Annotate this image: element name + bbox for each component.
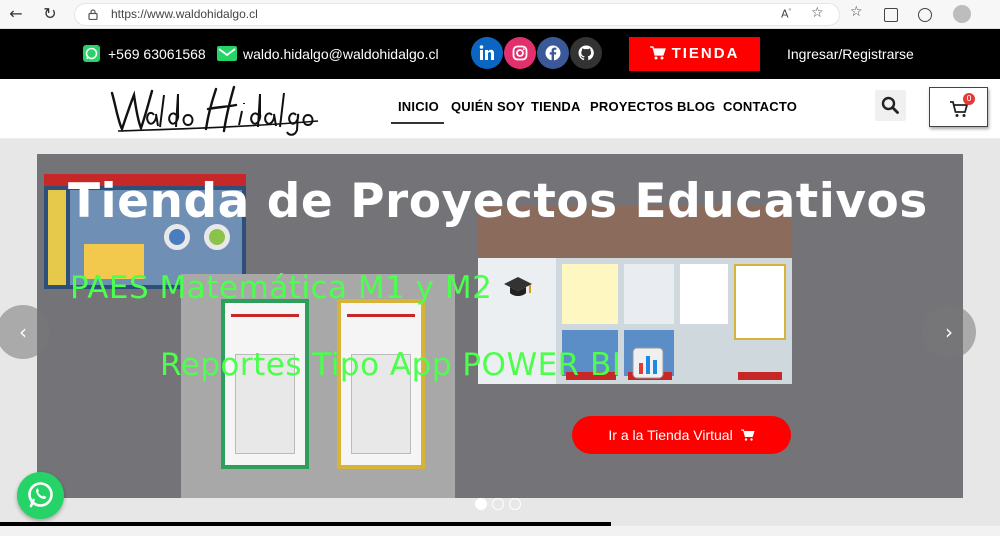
address-bar[interactable]: https://www.waldohidalgo.cl Aⁿ ☆	[74, 3, 840, 26]
nav-item-proyectos[interactable]: PROYECTOS	[590, 99, 673, 114]
slider-next-button[interactable]: ›	[922, 305, 976, 359]
whatsapp-icon	[28, 482, 53, 508]
cart-count-badge: 0	[963, 93, 975, 105]
back-icon[interactable]: ←	[6, 4, 26, 24]
virtual-store-button-label: Ir a la Tienda Virtual	[608, 427, 733, 443]
github-icon[interactable]	[570, 37, 602, 69]
graduation-cap-icon	[503, 272, 533, 308]
page-bottom-strip	[0, 526, 1000, 536]
store-button-label: TIENDA	[671, 45, 740, 62]
main-navigation: INICIO QUIÉN SOY TIENDA PROYECTOS BLOG C…	[0, 79, 1000, 139]
linkedin-icon[interactable]	[471, 37, 503, 69]
browser-essentials-icon[interactable]	[918, 8, 932, 22]
cart-button[interactable]: 0	[929, 87, 988, 127]
slider-dot-1[interactable]	[475, 498, 487, 510]
logo[interactable]	[108, 81, 323, 137]
nav-item-inicio[interactable]: INICIO	[398, 99, 439, 114]
nav-item-contacto[interactable]: CONTACTO	[723, 99, 797, 114]
store-button[interactable]: TIENDA	[629, 37, 760, 71]
facebook-icon[interactable]	[537, 37, 569, 69]
login-register-link[interactable]: Ingresar/Registrarse	[787, 46, 914, 62]
hero-subtitle-powerbi: Reportes Tipo App POWER BI	[160, 347, 664, 387]
hero-subtitle-paes-text: PAES Matemática M1 y M2	[70, 270, 493, 306]
profile-avatar[interactable]	[953, 5, 971, 23]
cart-icon	[740, 417, 755, 455]
lock-icon	[88, 9, 98, 20]
favorites-icon[interactable]: ☆	[850, 4, 863, 20]
bar-chart-icon	[632, 347, 664, 387]
contact-bar: +569 63061568 waldo.hidalgo@waldohidalgo…	[0, 29, 1000, 79]
cart-icon	[649, 39, 666, 73]
email-address[interactable]: waldo.hidalgo@waldohidalgo.cl	[243, 46, 439, 62]
hero-subtitle-powerbi-text: Reportes Tipo App POWER BI	[160, 347, 622, 383]
nav-item-tienda[interactable]: TIENDA	[531, 99, 581, 114]
collections-icon[interactable]	[884, 8, 898, 22]
slider-dot-2[interactable]	[492, 498, 504, 510]
whatsapp-chat-button[interactable]	[17, 472, 64, 519]
hero-subtitle-paes: PAES Matemática M1 y M2	[70, 270, 533, 308]
email-icon[interactable]	[217, 46, 237, 61]
search-button[interactable]	[875, 90, 906, 121]
hero-title: Tienda de Proyectos Educativos	[68, 174, 928, 229]
search-icon	[881, 96, 899, 114]
nav-item-blog[interactable]: BLOG	[677, 99, 715, 114]
whatsapp-icon[interactable]	[83, 45, 100, 62]
instagram-icon[interactable]	[504, 37, 536, 69]
url-text: https://www.waldohidalgo.cl	[111, 7, 258, 21]
slider-dot-3[interactable]	[509, 498, 521, 510]
nav-item-quien-soy[interactable]: QUIÉN SOY	[451, 99, 525, 114]
logo-signature-icon	[110, 85, 319, 136]
refresh-icon[interactable]: ↻	[40, 4, 60, 24]
browser-toolbar: ← ↻ https://www.waldohidalgo.cl Aⁿ ☆ ☆	[0, 0, 1000, 29]
active-nav-indicator	[391, 122, 444, 124]
favorite-star-icon[interactable]: ☆	[811, 5, 824, 21]
virtual-store-button[interactable]: Ir a la Tienda Virtual	[572, 416, 791, 454]
phone-number[interactable]: +569 63061568	[108, 46, 206, 62]
read-aloud-icon[interactable]: Aⁿ	[781, 7, 791, 21]
